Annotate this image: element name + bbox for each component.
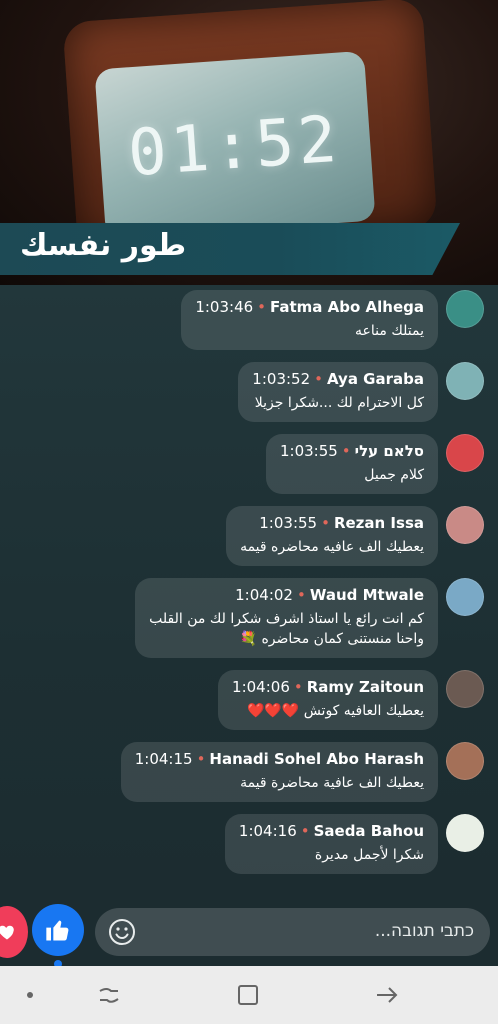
home-square-icon[interactable] — [233, 980, 263, 1010]
comment-item: Aya Garaba•1:03:52 كل الاحترام لك ...شكر… — [238, 362, 484, 422]
comment-text: كلام جميل — [364, 467, 424, 483]
commenter-name[interactable]: Rezan Issa — [334, 514, 424, 532]
avatar[interactable] — [446, 434, 484, 472]
banner-title: طور نفسك — [20, 228, 187, 263]
avatar[interactable] — [446, 814, 484, 852]
comment-bubble[interactable]: סלאם עלי•1:03:55 كلام جميل — [265, 434, 438, 494]
heart-icon — [0, 925, 14, 940]
comment-time: 1:03:55 — [259, 514, 318, 532]
comment-time: 1:04:15 — [134, 750, 193, 768]
comment-item: Waud Mtwale•1:04:02 كم انت رائع يا استاذ… — [135, 578, 484, 658]
recents-icon[interactable] — [94, 980, 124, 1010]
back-arrow-icon[interactable] — [372, 980, 402, 1010]
commenter-name[interactable]: Aya Garaba — [327, 370, 424, 388]
comment-input[interactable]: כתבי תגובה... — [95, 908, 490, 956]
dot-icon[interactable] — [15, 980, 45, 1010]
comment-bubble[interactable]: Waud Mtwale•1:04:02 كم انت رائع يا استاذ… — [135, 578, 438, 658]
commenter-name[interactable]: סלאם עלי — [355, 442, 424, 460]
separator-dot: • — [341, 442, 351, 460]
separator-dot: • — [257, 298, 267, 316]
commenter-name[interactable]: Hanadi Sohel Abo Harash — [209, 750, 424, 768]
comment-bubble[interactable]: Rezan Issa•1:03:55 يعطيك الف عافيه محاضر… — [226, 506, 438, 566]
comment-time: 1:03:52 — [252, 370, 311, 388]
comment-time: 1:03:55 — [279, 442, 338, 460]
separator-dot: • — [321, 514, 330, 532]
comment-bubble[interactable]: Saeda Bahou•1:04:16 شكرا لأجمل مديرة — [224, 814, 438, 874]
separator-dot: • — [314, 370, 323, 388]
separator-dot: • — [293, 678, 303, 696]
comment-text: يعطيك العافيه كوتش ❤️❤️❤️ — [246, 703, 424, 719]
comment-bubble[interactable]: Fatma Abo Alhega•1:03:46 يمتلك مناعه — [181, 290, 438, 350]
thumbs-up-icon — [46, 920, 69, 941]
comment-text: يمتلك مناعه — [355, 323, 424, 339]
smiley-icon[interactable] — [107, 917, 137, 947]
avatar[interactable] — [446, 578, 484, 616]
comment-bubble[interactable]: Aya Garaba•1:03:52 كل الاحترام لك ...شكر… — [238, 362, 438, 422]
avatar[interactable] — [446, 506, 484, 544]
comment-item: Ramy Zaitoun•1:04:06 يعطيك العافيه كوتش … — [218, 670, 484, 730]
avatar[interactable] — [446, 742, 484, 780]
comment-item: Saeda Bahou•1:04:16 شكرا لأجمل مديرة — [224, 814, 484, 874]
commenter-name[interactable]: Waud Mtwale — [310, 586, 424, 604]
separator-dot: • — [196, 750, 206, 768]
tv-clock: 01:52 — [125, 102, 343, 192]
system-nav-bar — [0, 966, 498, 1024]
commenter-name[interactable]: Fatma Abo Alhega — [270, 298, 424, 316]
avatar[interactable] — [446, 362, 484, 400]
comment-text: يعطيك الف عافية محاضرة قيمة — [240, 775, 424, 791]
comments-list[interactable]: Fatma Abo Alhega•1:03:46 يمتلك مناعه Aya… — [0, 285, 498, 900]
comment-placeholder: כתבי תגובה... — [374, 921, 474, 941]
commenter-name[interactable]: Saeda Bahou — [314, 822, 424, 840]
comment-text: كل الاحترام لك ...شكرا جزيلا — [254, 395, 424, 411]
separator-dot: • — [296, 586, 306, 604]
comment-item: Hanadi Sohel Abo Harash•1:04:15 يعطيك ال… — [120, 742, 484, 802]
comment-text: يعطيك الف عافيه محاضره قيمه — [240, 539, 424, 555]
avatar[interactable] — [446, 290, 484, 328]
comment-time: 1:04:16 — [238, 822, 297, 840]
comment-bubble[interactable]: Hanadi Sohel Abo Harash•1:04:15 يعطيك ال… — [120, 742, 438, 802]
separator-dot: • — [300, 822, 310, 840]
comment-item: Fatma Abo Alhega•1:03:46 يمتلك مناعه — [181, 290, 484, 350]
avatar[interactable] — [446, 670, 484, 708]
comment-bubble[interactable]: Ramy Zaitoun•1:04:06 يعطيك العافيه كوتش … — [218, 670, 438, 730]
comment-text: كم انت رائع يا استاذ اشرف شكرا لك من الق… — [149, 611, 424, 647]
comment-text: شكرا لأجمل مديرة — [314, 847, 424, 863]
comment-time: 1:04:02 — [235, 586, 293, 604]
like-reaction-button[interactable] — [32, 904, 84, 956]
comment-item: סלאם עלי•1:03:55 كلام جميل — [265, 434, 484, 494]
comment-time: 1:04:06 — [232, 678, 290, 696]
comment-time: 1:03:46 — [195, 298, 254, 316]
commenter-name[interactable]: Ramy Zaitoun — [307, 678, 424, 696]
comment-item: Rezan Issa•1:03:55 يعطيك الف عافيه محاضر… — [226, 506, 484, 566]
